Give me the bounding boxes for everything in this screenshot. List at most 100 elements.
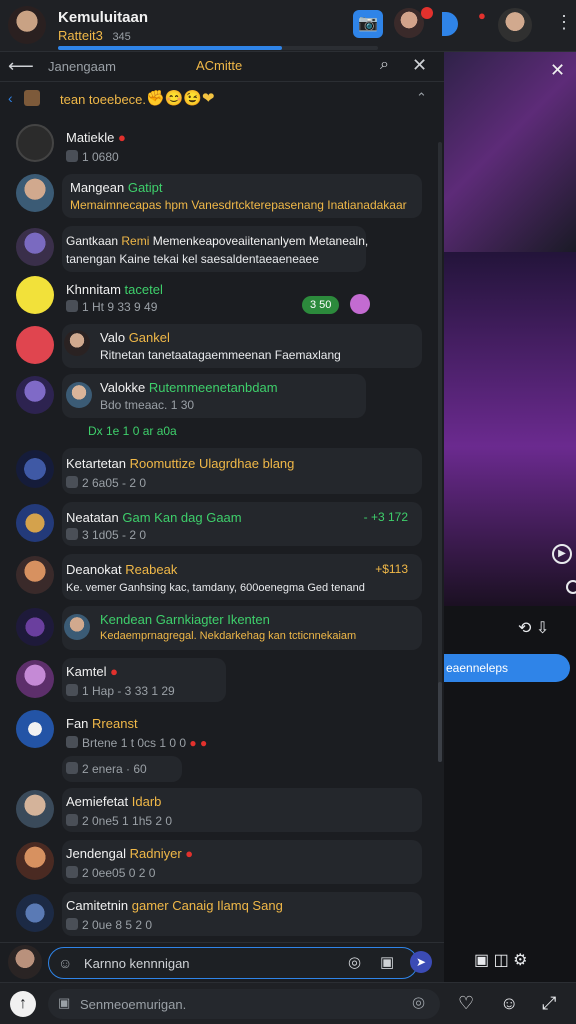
message-author-tag: Remi [121, 234, 150, 248]
avatar [16, 326, 54, 364]
info-icon[interactable] [566, 580, 576, 594]
chevron-left-icon[interactable]: ‹ [8, 90, 13, 106]
scrollbar-thumb[interactable] [438, 682, 442, 762]
message-meta: 1 Hap - 3 33 1 29 [82, 684, 175, 698]
list-item[interactable]: Valokke Rutemmeenetanbdam Bdo tmeaac. 1 … [0, 374, 444, 444]
image-icon[interactable]: ▣ [58, 995, 70, 1011]
search-label: Janengaam [48, 59, 116, 74]
avatar [16, 660, 54, 698]
message-text2: tanengan [66, 252, 117, 266]
message-author: Ketartetan [66, 456, 126, 471]
avatar [16, 174, 54, 212]
message-author: Valokke [100, 380, 146, 395]
list-item[interactable]: Aemiefetat Idarb 2 0ne5 1 1h5 2 0 [0, 788, 444, 838]
send-icon[interactable]: ➤ [410, 951, 432, 973]
list-item[interactable]: Neatatan Gam Kan dag Gaam 3 1d05 - 2 0 -… [0, 502, 444, 552]
message-author-tag: Roomuttize Ulagrdhae blang [129, 456, 295, 471]
search-icon[interactable]: ⌕ [380, 56, 389, 74]
bell-icon[interactable]: ● [478, 8, 500, 30]
attach-icon[interactable]: ◎ [348, 953, 361, 971]
message-author: Kamtel [66, 664, 107, 679]
search-row: ⟵ Janengaam ACmitte ⌕ ✕ [0, 52, 444, 82]
more-options-icon[interactable]: ⋮ [555, 12, 573, 33]
message-text: Memenkeapoveaiitenanlyem Metanealn, [152, 234, 369, 248]
status-badge: 3 50 [302, 296, 340, 314]
message-author-tag: Radniyer [129, 846, 182, 861]
list-item[interactable]: Camitetnin gamer Canaig Ilamq Sang 2 0ue… [0, 892, 444, 942]
list-item[interactable]: Gantkaan Remi Memenkeapoveaiitenanlyem M… [0, 226, 444, 276]
message-author-tag: Rutemmeenetanbdam [148, 380, 278, 395]
list-item[interactable]: Jendengal Radniyer ● 2 0ee05 0 2 0 [0, 840, 444, 890]
bottom-input-text: Senmeoemurigan. [80, 997, 187, 1012]
avatar [16, 376, 54, 414]
message-meta2: Dx 1e 1 0 ar a0a [88, 424, 177, 438]
message-meta: 3 1d05 - 2 0 [82, 528, 147, 542]
composer-avatar [8, 945, 42, 979]
list-item[interactable]: Deanokat Reabeak Ke. vemer Ganhsing kac,… [0, 554, 444, 604]
message-author: Deanokat [66, 562, 122, 577]
avatar [16, 228, 54, 266]
list-item[interactable]: Valo Gankel Ritnetan tanetaatagaemmeenan… [0, 324, 444, 374]
list-item[interactable]: Kendean Garnkiagter Ikenten Kedaemprnagr… [0, 606, 444, 656]
upload-progress [58, 46, 378, 50]
message-meta: 1 Ht 9 33 9 49 [82, 300, 158, 314]
media-action-pill[interactable]: eaenneleps [444, 654, 570, 682]
location-icon[interactable]: ◎ [412, 993, 425, 1011]
emoji-icon[interactable]: ☺ [58, 955, 72, 971]
message-author: Gantkaan [66, 234, 119, 248]
message-author: Neatatan [66, 510, 119, 525]
list-item[interactable]: Kamtel ● 1 Hap - 3 33 1 29 [0, 658, 444, 708]
avatar [16, 790, 54, 828]
heart-icon[interactable]: ♡ [458, 993, 474, 1014]
list-item[interactable]: Mangean Gatipt Memaimnecapas hpm Vanesdr… [0, 174, 444, 224]
composer: ☺ Karnno kennnigan ◎ ▣ ➤ [0, 942, 444, 982]
list-item[interactable]: Fan Rreanst Brtene 1 t 0cs 1 0 0 ● ● 2 e… [0, 710, 444, 782]
close-icon[interactable]: ✕ [550, 60, 565, 81]
smile-icon[interactable]: ☺ [500, 993, 518, 1014]
upload-icon[interactable]: ↑ [10, 991, 36, 1017]
list-item[interactable]: Ketartetan Roomuttize Ulagrdhae blang 2 … [0, 448, 444, 498]
message-author: Khnnitam [66, 282, 121, 297]
list-item[interactable]: Matiekle ● 1 0680 [0, 124, 444, 176]
media-bottom-icons[interactable]: ▣ ◫ ⚙ [474, 950, 527, 970]
reply-avatar [64, 330, 90, 356]
bottom-bar: ↑ ▣ Senmeoemurigan. ◎ ♡ ☺ ⤢ [0, 982, 576, 1024]
message-author-tag: Garnkiagter Ikenten [155, 612, 270, 627]
chevron-up-icon[interactable]: ⌃ [416, 90, 427, 106]
message-meta: 2 0ne5 1 1h5 2 0 [82, 814, 173, 828]
camera-button[interactable]: 📷 [353, 10, 383, 38]
message-author: Kendean [100, 612, 153, 627]
list-item[interactable]: Khnnitam tacetel 1 Ht 9 33 9 49 3 50 [0, 276, 444, 326]
message-text2-hl: Kaine tekai kel saesaldentaeaeneaee [119, 252, 319, 266]
avatar [16, 842, 54, 880]
camera-icon[interactable]: ▣ [380, 953, 394, 971]
media-actions[interactable]: ⟲ ⇩ [518, 618, 549, 638]
message-author: Camitetnin [66, 898, 129, 913]
close-icon[interactable]: ✕ [412, 55, 427, 76]
message-author: Fan [66, 716, 89, 731]
message-meta: Bdo tmeaac. 1 30 [100, 398, 195, 412]
message-meta: 2 6a05 - 2 0 [82, 476, 147, 490]
message-author-tag: Idarb [131, 794, 162, 809]
scrollbar[interactable] [438, 142, 442, 762]
message-author: Aemiefetat [66, 794, 129, 809]
media-image[interactable] [444, 52, 576, 252]
contact-avatar[interactable] [394, 8, 424, 38]
active-call-indicator[interactable] [442, 12, 458, 36]
expand-icon[interactable]: ⤢ [542, 993, 556, 1014]
filter-emojis: ✊😊😉❤ [146, 90, 215, 107]
subtitle-text: Ratteit3 [58, 28, 103, 43]
account-avatar[interactable] [498, 8, 532, 42]
top-bar: Kemuluitaan Ratteit3 345 📷 ● ⋮ [0, 0, 576, 52]
message-reaction: - +3 172 [363, 510, 408, 524]
avatar [16, 276, 54, 314]
back-arrow-icon[interactable]: ⟵ [8, 56, 34, 77]
message-text: Ritnetan tanetaatagaemmeenan Faemaxlang [100, 348, 341, 362]
filter-row: ‹ tean toeebece. ✊😊😉❤ ⌃ [0, 84, 444, 114]
play-icon[interactable]: ▶ [552, 544, 572, 564]
reaction-icon[interactable] [350, 294, 370, 314]
profile-avatar[interactable] [8, 6, 46, 44]
avatar [16, 894, 54, 932]
message-input-text: Karnno kennnigan [84, 956, 190, 971]
avatar [16, 710, 54, 748]
